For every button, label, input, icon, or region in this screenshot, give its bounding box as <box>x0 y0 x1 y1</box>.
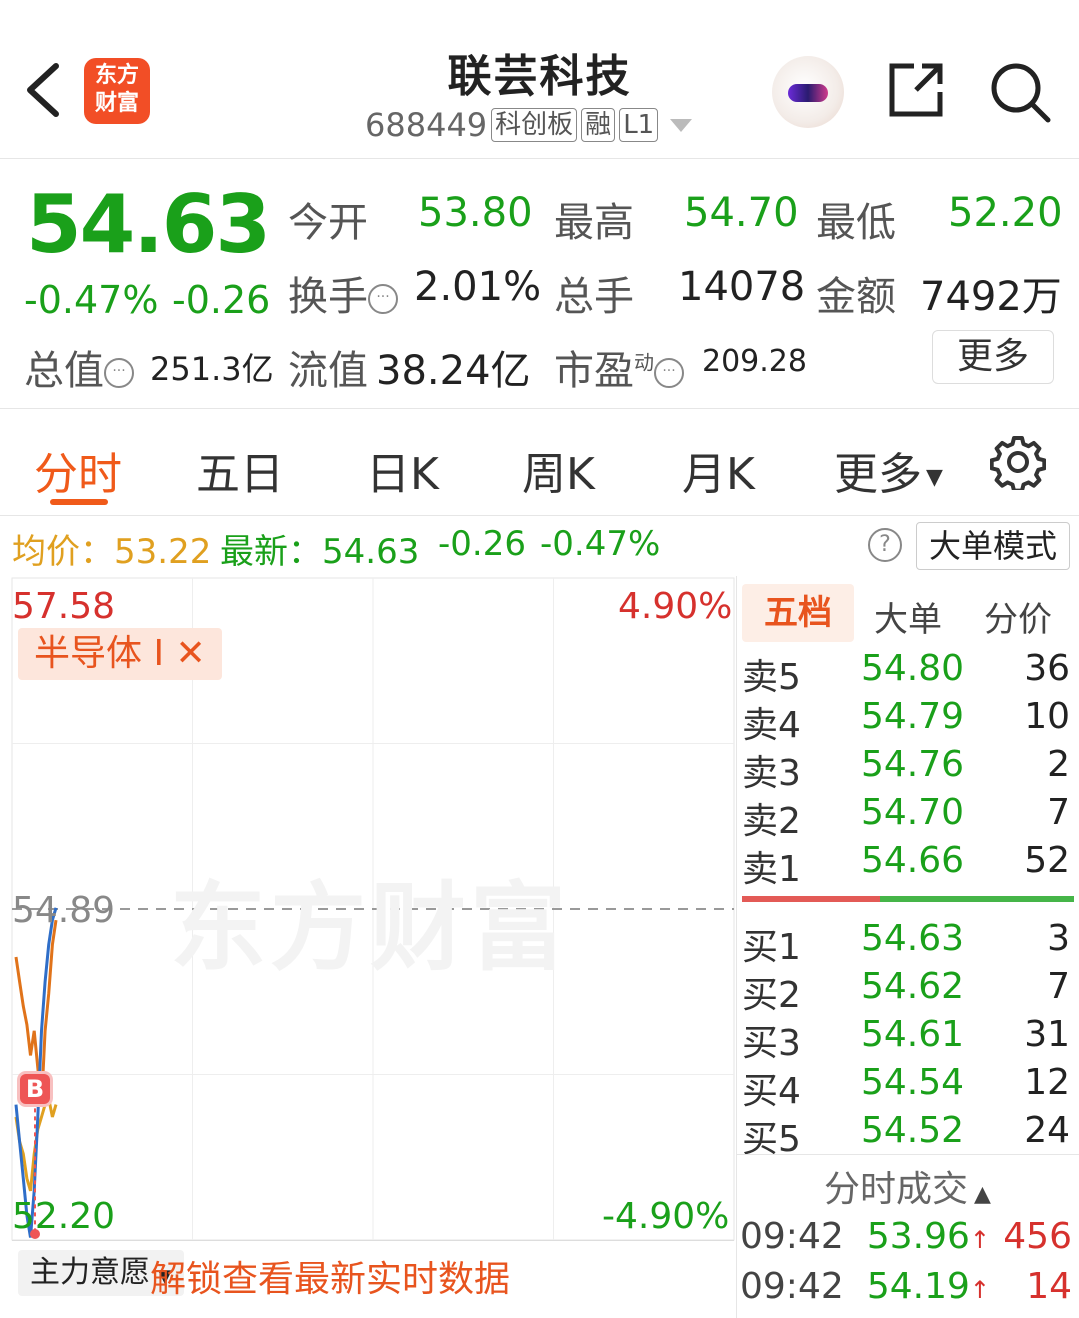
divider <box>0 515 1079 516</box>
float-value: 38.24亿 <box>376 348 531 394</box>
divider <box>0 408 1079 409</box>
tab-underline <box>50 499 108 505</box>
chart-bottom-price: 52.20 <box>12 1196 116 1237</box>
more-info-icon[interactable]: ··· <box>104 358 134 388</box>
open-value: 53.80 <box>418 190 533 236</box>
share-icon[interactable] <box>886 60 946 124</box>
tick-trades-header[interactable]: 分时成交 ▲ <box>736 1160 1079 1212</box>
buy-row: 买3 54.61 31 <box>742 1014 1070 1064</box>
top-bar: 东方 财富 联芸科技 688449 科创板 融 L1 <box>0 0 1079 159</box>
high-value: 54.70 <box>684 190 799 236</box>
chart-bottom-pct: -4.90% <box>602 1196 730 1237</box>
low-label: 最低 <box>816 200 896 246</box>
arrow-up-icon: ↑ <box>969 1226 990 1254</box>
sell-row: 卖3 54.76 2 <box>742 744 1070 794</box>
divider <box>12 1240 734 1241</box>
low-value: 52.20 <box>948 190 1063 236</box>
tab-big-orders[interactable]: 大单 <box>874 592 942 641</box>
buy-row: 买2 54.62 7 <box>742 966 1070 1016</box>
volume-label: 总手 <box>554 274 634 320</box>
turnover-value: 2.01% <box>414 264 542 310</box>
change-value: -0.26 <box>172 278 271 322</box>
volume-value: 14078 <box>678 264 806 310</box>
caret-up-icon: ▲ <box>974 1182 991 1207</box>
gear-icon[interactable] <box>989 434 1047 494</box>
open-label: 今开 <box>288 200 368 246</box>
stock-code: 688449 <box>365 106 488 144</box>
sell-row: 卖4 54.79 10 <box>742 696 1070 746</box>
margin-tag: 融 <box>581 108 616 142</box>
buy-marker[interactable]: B <box>20 1074 50 1104</box>
sector-tag[interactable]: 半导体 I ✕ <box>18 628 222 680</box>
tab-more[interactable]: 更多 ▼ <box>834 438 943 502</box>
caret-down-icon: ▼ <box>926 464 943 490</box>
big-order-mode-button[interactable]: 大单模式 <box>916 522 1070 570</box>
sell-row: 卖2 54.70 7 <box>742 792 1070 842</box>
pe-value: 209.28 <box>702 344 807 379</box>
turnover-label[interactable]: 换手 ··· <box>288 264 398 322</box>
buy-row: 买5 54.52 24 <box>742 1110 1070 1160</box>
tick-row: 09:42 54.19↑ 14 <box>740 1266 1072 1307</box>
unlock-data-link[interactable]: 解锁查看最新实时数据 <box>150 1250 510 1302</box>
search-icon[interactable] <box>988 60 1052 128</box>
caret-down-icon[interactable] <box>670 118 693 132</box>
latest-price: 最新：54.63 <box>220 532 420 572</box>
level-tag: L1 <box>619 108 659 142</box>
latest-change: -0.26 <box>438 524 526 564</box>
current-price: 54.63 <box>26 178 271 271</box>
chart-top-price: 57.58 <box>12 586 116 627</box>
buy-row: 买4 54.54 12 <box>742 1062 1070 1112</box>
mktcap-value: 251.3亿 <box>150 350 274 388</box>
tick-row: 09:42 53.96↑ 456 <box>740 1216 1072 1257</box>
pe-label[interactable]: 市盈动 ··· <box>554 338 684 396</box>
watermark: 东方财富 <box>170 872 570 984</box>
float-label: 流值 <box>288 348 368 394</box>
chart-top-pct: 4.90% <box>618 586 733 627</box>
amount-value: 7492万 <box>920 274 1062 320</box>
more-info-icon[interactable]: ··· <box>654 358 684 388</box>
high-label: 最高 <box>554 200 634 246</box>
sell-row: 卖5 54.80 36 <box>742 648 1070 698</box>
tab-intraday[interactable]: 分时 <box>34 438 122 502</box>
more-quote-button[interactable]: 更多 <box>932 330 1054 384</box>
buy-row: 买1 54.63 3 <box>742 918 1070 968</box>
tab-weekly-k[interactable]: 周K <box>522 438 595 502</box>
stock-code-row[interactable]: 688449 科创板 融 L1 <box>365 106 693 144</box>
chart-ref-price: 54.89 <box>12 890 116 931</box>
tab-daily-k[interactable]: 日K <box>366 438 439 502</box>
mktcap-label[interactable]: 总值 ··· <box>24 338 134 396</box>
avg-price: 均价：53.22 <box>12 532 212 572</box>
tab-price-dist[interactable]: 分价 <box>984 592 1052 641</box>
tab-five-levels[interactable]: 五档 <box>742 584 854 642</box>
sell-row: 卖1 54.66 52 <box>742 840 1070 890</box>
help-icon[interactable]: ? <box>868 528 902 562</box>
amount-label: 金额 <box>816 274 896 320</box>
buy-sell-ratio-bar <box>742 896 1074 902</box>
tab-five-day[interactable]: 五日 <box>196 438 284 502</box>
divider <box>736 1154 1079 1155</box>
change-pct: -0.47% <box>24 278 159 322</box>
latest-change-pct: -0.47% <box>540 524 661 564</box>
robot-avatar-icon[interactable] <box>772 56 844 128</box>
arrow-up-icon: ↑ <box>969 1276 990 1304</box>
more-info-icon[interactable]: ··· <box>368 284 398 314</box>
board-tag: 科创板 <box>491 108 578 142</box>
tab-monthly-k[interactable]: 月K <box>682 438 755 502</box>
